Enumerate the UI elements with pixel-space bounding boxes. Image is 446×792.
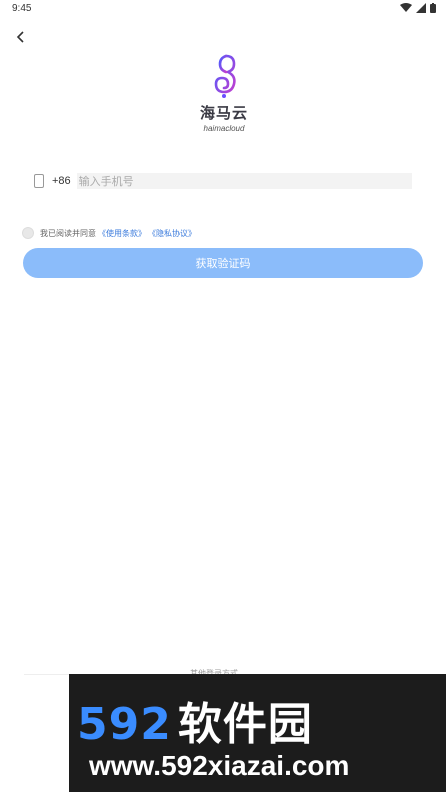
privacy-link[interactable]: 《隐私协议》 <box>148 228 196 239</box>
phone-input[interactable] <box>76 173 412 189</box>
phone-icon <box>34 174 44 188</box>
brand-name-cn: 海马云 <box>199 104 248 122</box>
watermark-url: www.592xiazai.com <box>89 750 350 781</box>
watermark-number: 592 <box>77 699 172 750</box>
status-time: 9:45 <box>12 3 32 14</box>
watermark-brand-cn: 软件园 <box>177 699 313 750</box>
signal-icon <box>416 3 426 13</box>
agreement-checkbox[interactable] <box>22 227 34 239</box>
watermark-brand: 592 软件园 <box>77 688 313 752</box>
watermark-banner: 592 软件园 www.592xiazai.com <box>69 674 446 792</box>
seahorse-logo-icon <box>214 54 236 98</box>
get-code-button[interactable]: 获取验证码 <box>23 248 423 278</box>
wifi-icon <box>400 3 412 12</box>
country-code[interactable]: +86 <box>52 175 71 187</box>
phone-input-row: +86 <box>34 172 412 190</box>
terms-link[interactable]: 《使用条款》 <box>98 228 146 239</box>
back-icon <box>16 31 24 43</box>
back-button[interactable] <box>10 26 32 48</box>
agreement-prefix: 我已阅读并同意 <box>40 228 96 238</box>
app-logo: 海马云 haimacloud <box>196 52 252 134</box>
battery-icon <box>430 3 436 13</box>
status-bar: 9:45 <box>0 0 446 20</box>
brand-name-en: haimacloud <box>203 124 245 133</box>
agreement-row: 我已阅读并同意 《使用条款》 《隐私协议》 <box>22 226 196 240</box>
status-icons <box>400 3 436 13</box>
